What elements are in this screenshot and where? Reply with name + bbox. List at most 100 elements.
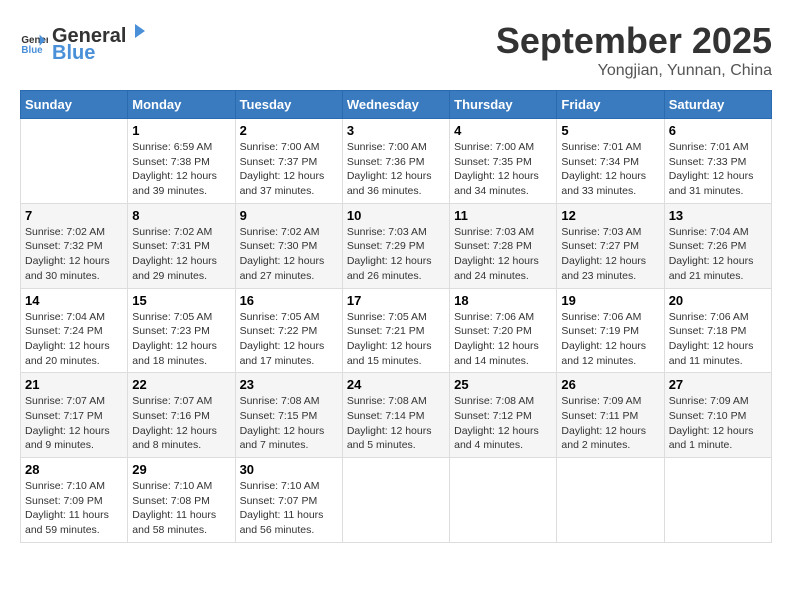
calendar-cell: 9 Sunrise: 7:02 AM Sunset: 7:30 PM Daylig…	[235, 203, 342, 288]
day-info: Sunrise: 7:02 AM Sunset: 7:30 PM Dayligh…	[240, 225, 338, 284]
calendar-table: SundayMondayTuesdayWednesdayThursdayFrid…	[20, 90, 772, 543]
location: Yongjian, Yunnan, China	[496, 62, 772, 80]
day-info: Sunrise: 7:02 AM Sunset: 7:31 PM Dayligh…	[132, 225, 230, 284]
day-info: Sunrise: 7:04 AM Sunset: 7:24 PM Dayligh…	[25, 310, 123, 369]
weekday-header-thursday: Thursday	[450, 91, 557, 119]
day-number: 8	[132, 208, 230, 223]
day-info: Sunrise: 7:03 AM Sunset: 7:29 PM Dayligh…	[347, 225, 445, 284]
day-number: 24	[347, 377, 445, 392]
calendar-cell	[21, 119, 128, 204]
day-number: 26	[561, 377, 659, 392]
day-info: Sunrise: 7:00 AM Sunset: 7:36 PM Dayligh…	[347, 140, 445, 199]
day-number: 12	[561, 208, 659, 223]
weekday-header-friday: Friday	[557, 91, 664, 119]
day-number: 1	[132, 123, 230, 138]
month-title: September 2025	[496, 20, 772, 62]
day-info: Sunrise: 7:05 AM Sunset: 7:22 PM Dayligh…	[240, 310, 338, 369]
calendar-week-row: 7Sunrise: 7:02 AM Sunset: 7:32 PM Daylig…	[21, 203, 772, 288]
day-info: Sunrise: 7:07 AM Sunset: 7:17 PM Dayligh…	[25, 394, 123, 453]
day-info: Sunrise: 7:00 AM Sunset: 7:37 PM Dayligh…	[240, 140, 338, 199]
day-info: Sunrise: 7:09 AM Sunset: 7:11 PM Dayligh…	[561, 394, 659, 453]
day-number: 30	[240, 462, 338, 477]
day-info: Sunrise: 7:00 AM Sunset: 7:35 PM Dayligh…	[454, 140, 552, 199]
day-info: Sunrise: 7:10 AM Sunset: 7:09 PM Dayligh…	[25, 479, 123, 538]
day-number: 2	[240, 123, 338, 138]
calendar-week-row: 14 Sunrise: 7:04 AM Sunset: 7:24 PM Dayli…	[21, 288, 772, 373]
day-info: Sunrise: 7:03 AM Sunset: 7:27 PM Dayligh…	[561, 225, 659, 284]
title-block: September 2025 Yongjian, Yunnan, China	[496, 20, 772, 80]
day-number: 23	[240, 377, 338, 392]
day-info: Sunrise: 7:05 AM Sunset: 7:21 PM Dayligh…	[347, 310, 445, 369]
calendar-cell: 30 Sunrise: 7:10 AM Sunset: 7:07 PM Dayli…	[235, 458, 342, 543]
day-info: Sunrise: 7:10 AM Sunset: 7:07 PM Dayligh…	[240, 479, 338, 538]
calendar-cell: 17 Sunrise: 7:05 AM Sunset: 7:21 PM Dayli…	[342, 288, 449, 373]
calendar-cell: 27Sunrise: 7:09 AM Sunset: 7:10 PM Dayli…	[664, 373, 771, 458]
calendar-cell: 22 Sunrise: 7:07 AM Sunset: 7:16 PM Dayli…	[128, 373, 235, 458]
weekday-header-wednesday: Wednesday	[342, 91, 449, 119]
day-number: 7	[25, 208, 123, 223]
calendar-cell: 20Sunrise: 7:06 AM Sunset: 7:18 PM Dayli…	[664, 288, 771, 373]
weekday-header-saturday: Saturday	[664, 91, 771, 119]
day-number: 28	[25, 462, 123, 477]
calendar-header-row: SundayMondayTuesdayWednesdayThursdayFrid…	[21, 91, 772, 119]
calendar-cell: 21Sunrise: 7:07 AM Sunset: 7:17 PM Dayli…	[21, 373, 128, 458]
calendar-cell: 2 Sunrise: 7:00 AM Sunset: 7:37 PM Daylig…	[235, 119, 342, 204]
day-number: 15	[132, 293, 230, 308]
calendar-cell: 25 Sunrise: 7:08 AM Sunset: 7:12 PM Dayli…	[450, 373, 557, 458]
day-number: 5	[561, 123, 659, 138]
calendar-cell: 8 Sunrise: 7:02 AM Sunset: 7:31 PM Daylig…	[128, 203, 235, 288]
weekday-header-monday: Monday	[128, 91, 235, 119]
day-info: Sunrise: 6:59 AM Sunset: 7:38 PM Dayligh…	[132, 140, 230, 199]
day-number: 22	[132, 377, 230, 392]
day-number: 11	[454, 208, 552, 223]
day-number: 20	[669, 293, 767, 308]
day-number: 9	[240, 208, 338, 223]
day-number: 13	[669, 208, 767, 223]
calendar-cell: 28 Sunrise: 7:10 AM Sunset: 7:09 PM Dayli…	[21, 458, 128, 543]
day-info: Sunrise: 7:03 AM Sunset: 7:28 PM Dayligh…	[454, 225, 552, 284]
calendar-cell: 15 Sunrise: 7:05 AM Sunset: 7:23 PM Dayli…	[128, 288, 235, 373]
day-number: 19	[561, 293, 659, 308]
day-number: 6	[669, 123, 767, 138]
logo-arrow-icon	[127, 20, 149, 42]
day-number: 10	[347, 208, 445, 223]
calendar-cell: 12 Sunrise: 7:03 AM Sunset: 7:27 PM Dayli…	[557, 203, 664, 288]
day-info: Sunrise: 7:05 AM Sunset: 7:23 PM Dayligh…	[132, 310, 230, 369]
day-number: 4	[454, 123, 552, 138]
calendar-cell: 13 Sunrise: 7:04 AM Sunset: 7:26 PM Dayli…	[664, 203, 771, 288]
day-number: 3	[347, 123, 445, 138]
day-info: Sunrise: 7:01 AM Sunset: 7:33 PM Dayligh…	[669, 140, 767, 199]
day-info: Sunrise: 7:08 AM Sunset: 7:14 PM Dayligh…	[347, 394, 445, 453]
day-number: 25	[454, 377, 552, 392]
calendar-cell: 16 Sunrise: 7:05 AM Sunset: 7:22 PM Dayli…	[235, 288, 342, 373]
day-info: Sunrise: 7:01 AM Sunset: 7:34 PM Dayligh…	[561, 140, 659, 199]
calendar-cell: 7Sunrise: 7:02 AM Sunset: 7:32 PM Daylig…	[21, 203, 128, 288]
day-info: Sunrise: 7:04 AM Sunset: 7:26 PM Dayligh…	[669, 225, 767, 284]
calendar-cell	[557, 458, 664, 543]
svg-text:Blue: Blue	[21, 44, 43, 55]
day-number: 18	[454, 293, 552, 308]
calendar-cell	[450, 458, 557, 543]
calendar-cell: 4 Sunrise: 7:00 AM Sunset: 7:35 PM Daylig…	[450, 119, 557, 204]
calendar-cell: 1 Sunrise: 6:59 AM Sunset: 7:38 PM Daylig…	[128, 119, 235, 204]
day-info: Sunrise: 7:07 AM Sunset: 7:16 PM Dayligh…	[132, 394, 230, 453]
calendar-cell: 14 Sunrise: 7:04 AM Sunset: 7:24 PM Dayli…	[21, 288, 128, 373]
calendar-week-row: 1 Sunrise: 6:59 AM Sunset: 7:38 PM Daylig…	[21, 119, 772, 204]
weekday-header-tuesday: Tuesday	[235, 91, 342, 119]
calendar-cell	[342, 458, 449, 543]
day-number: 16	[240, 293, 338, 308]
calendar-cell: 19Sunrise: 7:06 AM Sunset: 7:19 PM Dayli…	[557, 288, 664, 373]
calendar-week-row: 21Sunrise: 7:07 AM Sunset: 7:17 PM Dayli…	[21, 373, 772, 458]
day-info: Sunrise: 7:10 AM Sunset: 7:08 PM Dayligh…	[132, 479, 230, 538]
calendar-cell: 23Sunrise: 7:08 AM Sunset: 7:15 PM Dayli…	[235, 373, 342, 458]
day-info: Sunrise: 7:08 AM Sunset: 7:12 PM Dayligh…	[454, 394, 552, 453]
calendar-cell: 26 Sunrise: 7:09 AM Sunset: 7:11 PM Dayli…	[557, 373, 664, 458]
calendar-cell: 24 Sunrise: 7:08 AM Sunset: 7:14 PM Dayli…	[342, 373, 449, 458]
page-header: General Blue General Blue September 2025…	[20, 20, 772, 80]
logo: General Blue General Blue	[20, 20, 150, 65]
calendar-cell: 29Sunrise: 7:10 AM Sunset: 7:08 PM Dayli…	[128, 458, 235, 543]
calendar-cell	[664, 458, 771, 543]
calendar-cell: 18Sunrise: 7:06 AM Sunset: 7:20 PM Dayli…	[450, 288, 557, 373]
day-number: 17	[347, 293, 445, 308]
day-number: 14	[25, 293, 123, 308]
